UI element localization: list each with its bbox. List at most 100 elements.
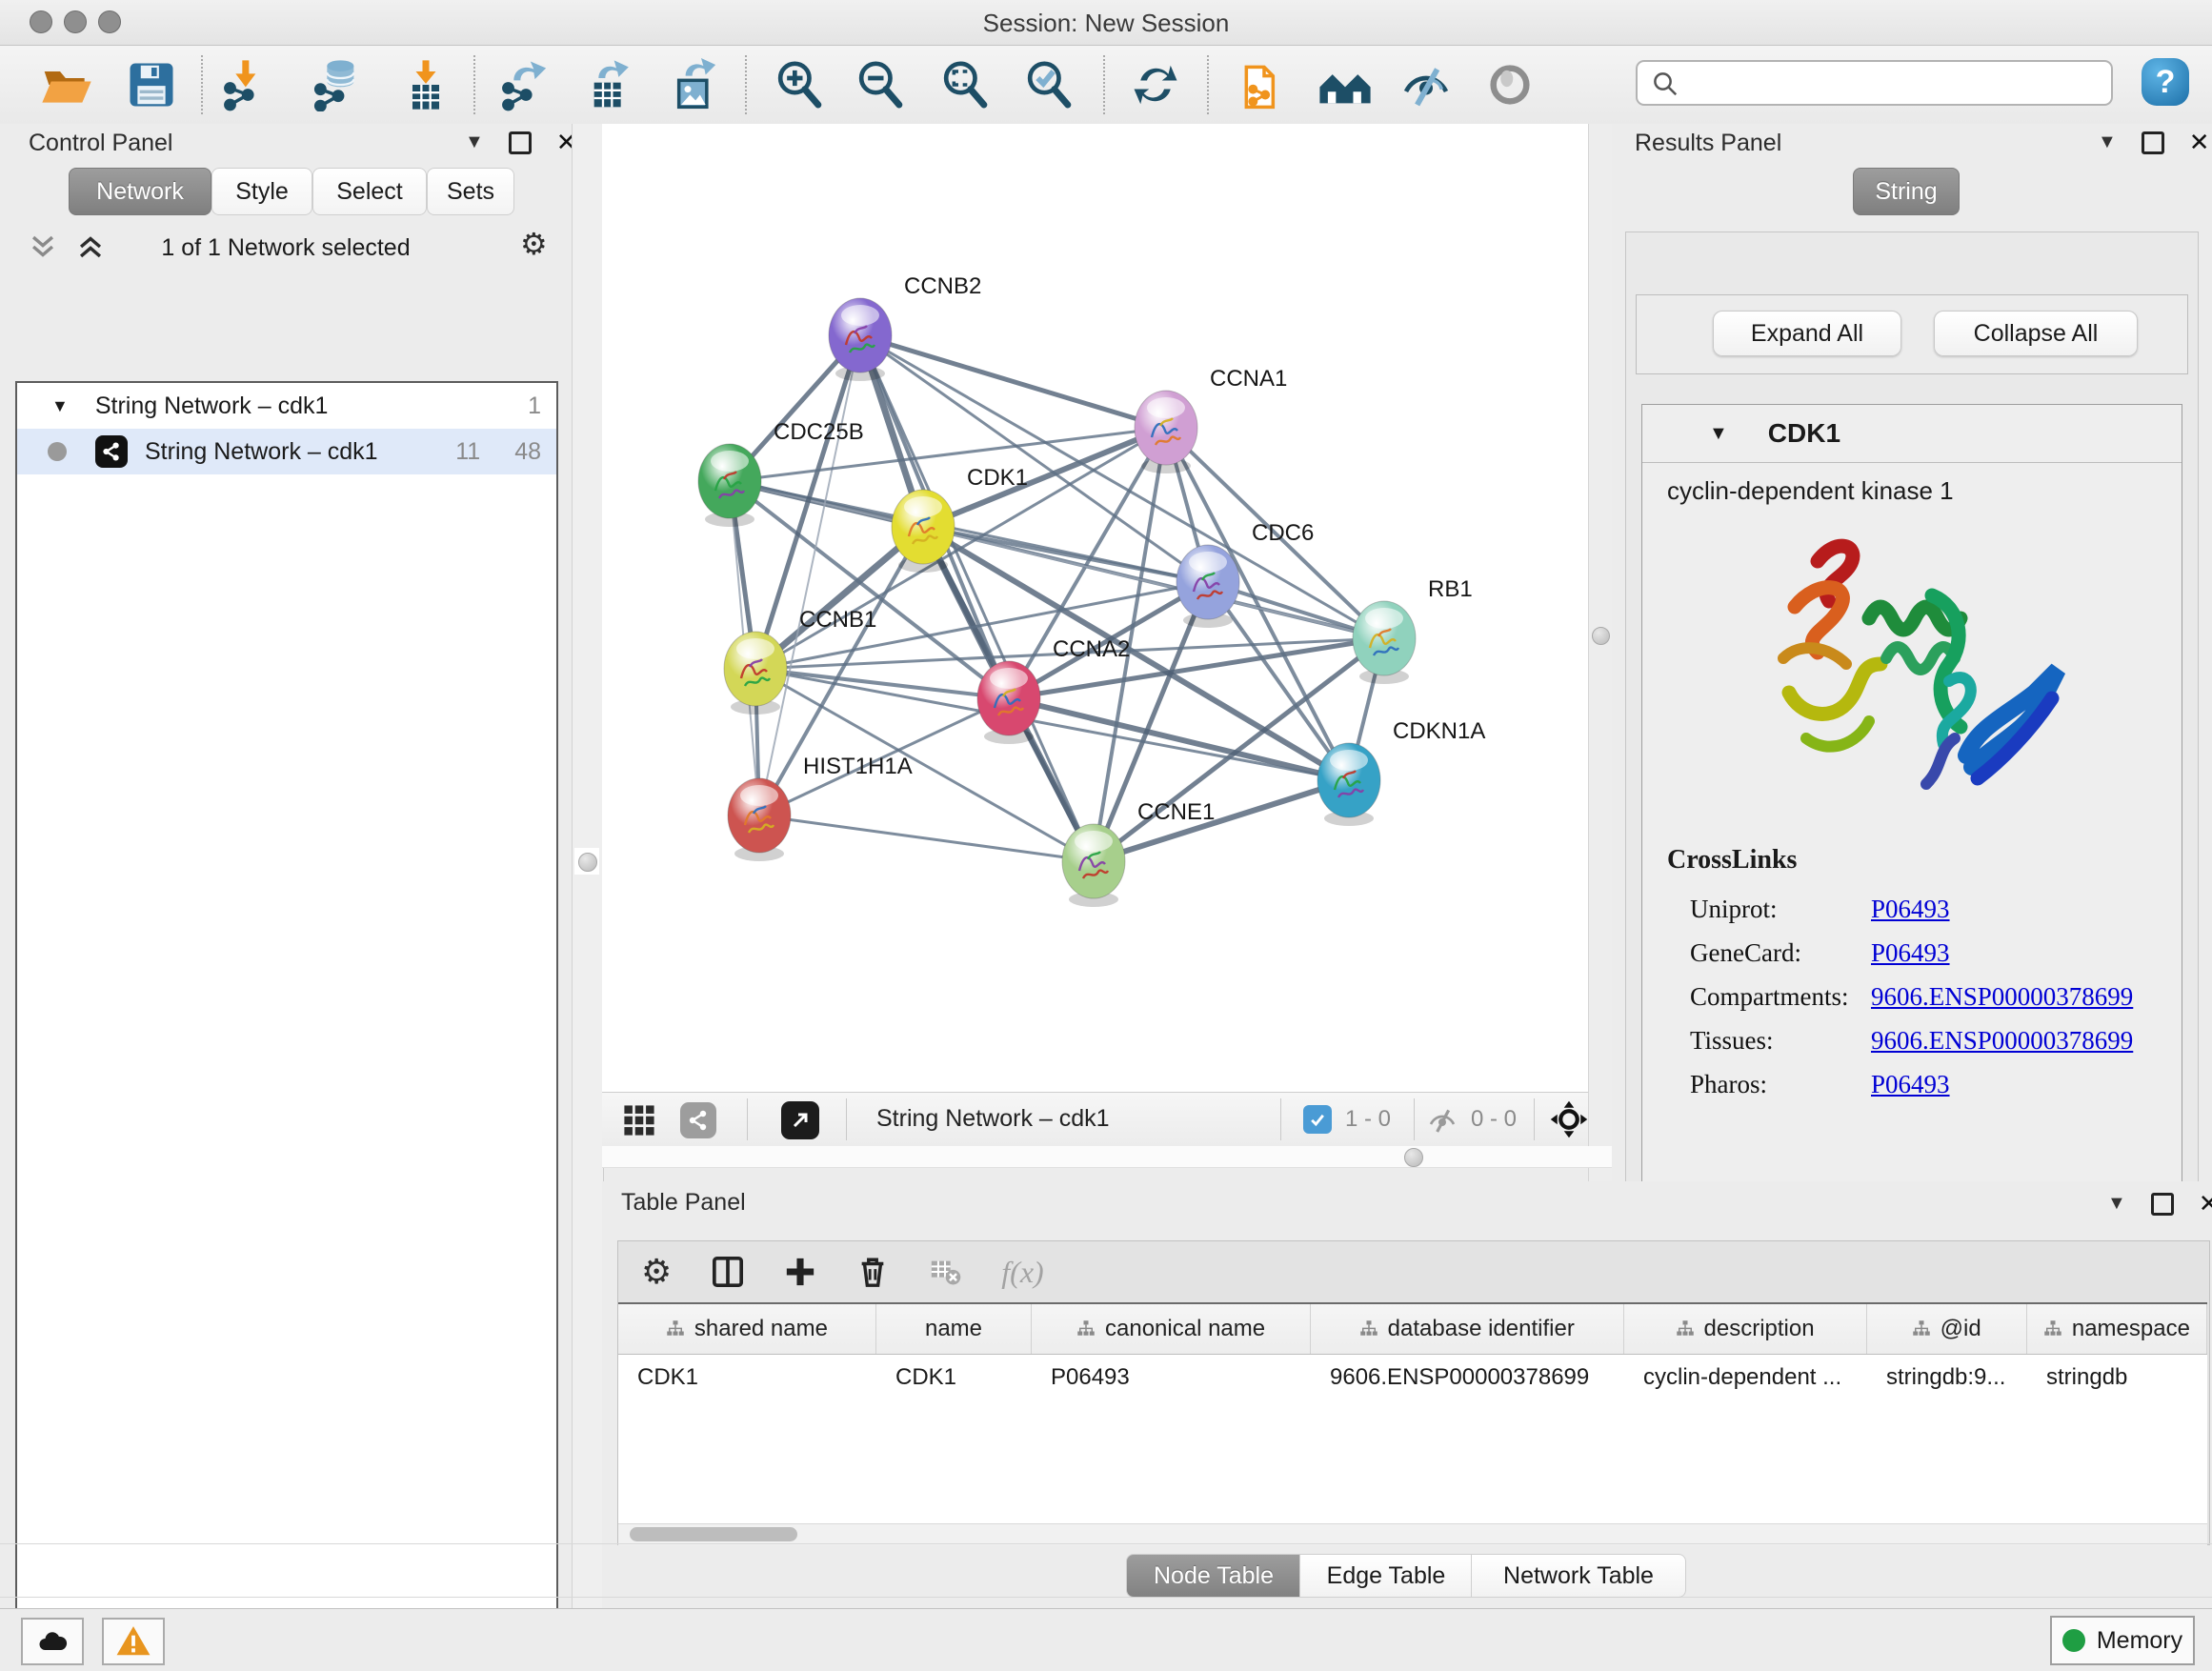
detach-view-button[interactable]: [781, 1101, 819, 1139]
table-cell[interactable]: stringdb: [2027, 1355, 2207, 1400]
tab-edge-table[interactable]: Edge Table: [1299, 1554, 1473, 1598]
grid-view-icon[interactable]: [623, 1104, 655, 1137]
add-column-icon[interactable]: [784, 1256, 816, 1288]
node-label-CCNA2: CCNA2: [1053, 636, 1130, 662]
search-input[interactable]: [1689, 64, 2102, 100]
network-edge[interactable]: [759, 335, 860, 815]
table-options-gear-icon[interactable]: ⚙: [641, 1255, 672, 1289]
toolbar-search[interactable]: [1636, 60, 2113, 106]
section-expander-icon[interactable]: ▼: [1709, 423, 1728, 445]
first-neighbors-button[interactable]: [1314, 53, 1377, 116]
network-graph[interactable]: CCNB2CCNA1CDC25BCDK1CDC6RB1CCNB1CCNA2CDK…: [602, 124, 1588, 1092]
zoom-selected-button[interactable]: [1017, 53, 1080, 116]
network-canvas[interactable]: CCNB2CCNA1CDC25BCDK1CDC6RB1CCNB1CCNA2CDK…: [602, 124, 1588, 1092]
open-session-button[interactable]: [35, 53, 98, 116]
node-layer[interactable]: [698, 298, 1416, 907]
float-panel-icon[interactable]: [509, 131, 532, 154]
memory-button[interactable]: Memory: [2050, 1616, 2195, 1665]
collapse-panel-icon[interactable]: ▼: [465, 131, 484, 153]
refresh-button[interactable]: [1124, 53, 1187, 116]
crosslink-link[interactable]: 9606.ENSP00000378699: [1871, 1026, 2133, 1056]
import-table-file-button[interactable]: [394, 53, 457, 116]
network-row[interactable]: String Network – cdk1 11 48: [17, 429, 556, 474]
table-cell[interactable]: CDK1: [876, 1355, 1032, 1400]
tab-select[interactable]: Select: [312, 168, 427, 215]
column-header-shared-name[interactable]: shared name: [618, 1304, 876, 1354]
network-edge[interactable]: [1094, 780, 1349, 861]
splitter-grip[interactable]: [1592, 627, 1610, 645]
crosslink-link[interactable]: P06493: [1871, 938, 1950, 968]
column-header-database-identifier[interactable]: database identifier: [1311, 1304, 1624, 1354]
tab-style[interactable]: Style: [211, 168, 312, 215]
function-builder-icon[interactable]: f(x): [1001, 1255, 1043, 1290]
column-header-namespace[interactable]: namespace: [2027, 1304, 2207, 1354]
vertical-splitter-right[interactable]: [1588, 124, 1614, 1181]
selected-checkbox-icon[interactable]: [1303, 1105, 1332, 1134]
gene-section-header[interactable]: ▼ CDK1: [1642, 405, 2182, 463]
splitter-grip[interactable]: [578, 853, 597, 872]
network-edge[interactable]: [860, 335, 1166, 428]
tab-network-table[interactable]: Network Table: [1471, 1554, 1686, 1598]
column-header-name[interactable]: name: [876, 1304, 1032, 1354]
table-cell[interactable]: 9606.ENSP00000378699: [1311, 1355, 1624, 1400]
zoom-fit-button[interactable]: [934, 53, 996, 116]
float-panel-icon[interactable]: [2142, 131, 2164, 154]
save-session-button[interactable]: [120, 53, 183, 116]
node-table[interactable]: shared namenamecanonical namedatabase id…: [618, 1302, 2207, 1523]
export-network-button[interactable]: [493, 53, 556, 116]
collapse-panel-icon[interactable]: ▼: [2107, 1193, 2126, 1215]
close-panel-icon[interactable]: ✕: [2199, 1189, 2212, 1218]
results-panel-title: Results Panel: [1635, 130, 1781, 157]
zoom-out-button[interactable]: [849, 53, 912, 116]
node-label-CCNE1: CCNE1: [1137, 799, 1215, 825]
expand-all-button[interactable]: Expand All: [1713, 311, 1901, 356]
close-panel-icon[interactable]: ✕: [2189, 128, 2210, 157]
table-horizontal-scrollbar[interactable]: [618, 1523, 2207, 1545]
splitter-grip[interactable]: [1404, 1148, 1423, 1167]
delete-column-icon[interactable]: [856, 1256, 889, 1288]
export-image-button[interactable]: [663, 53, 726, 116]
open-in-browser-button[interactable]: [1233, 53, 1296, 116]
column-header-description[interactable]: description: [1624, 1304, 1867, 1354]
network-edge[interactable]: [860, 335, 1094, 861]
tab-node-table[interactable]: Node Table: [1126, 1554, 1301, 1598]
network-edge[interactable]: [860, 335, 1384, 638]
tree-expander-icon[interactable]: ▼: [51, 396, 69, 416]
delete-table-icon[interactable]: [929, 1256, 961, 1288]
birds-eye-crosshair-icon[interactable]: [1549, 1099, 1589, 1139]
collapse-panel-icon[interactable]: ▼: [2098, 131, 2117, 153]
render-detail-button[interactable]: [1478, 53, 1541, 116]
tab-network[interactable]: Network: [69, 168, 211, 215]
warnings-button[interactable]: [102, 1618, 165, 1665]
table-cell[interactable]: stringdb:9...: [1867, 1355, 2027, 1400]
network-edge[interactable]: [759, 815, 1094, 861]
show-columns-icon[interactable]: [712, 1256, 744, 1288]
column-header-canonical-name[interactable]: canonical name: [1032, 1304, 1311, 1354]
vertical-splitter-left[interactable]: [572, 124, 604, 1608]
table-cell[interactable]: cyclin-dependent ...: [1624, 1355, 1867, 1400]
column-header--id[interactable]: @id: [1867, 1304, 2027, 1354]
crosslink-link[interactable]: 9606.ENSP00000378699: [1871, 982, 2133, 1012]
tab-sets[interactable]: Sets: [427, 168, 514, 215]
cloud-button[interactable]: [21, 1618, 84, 1665]
string-view-icon[interactable]: [680, 1102, 716, 1138]
table-cell[interactable]: P06493: [1032, 1355, 1311, 1400]
import-network-database-button[interactable]: [307, 53, 370, 116]
hide-selected-button[interactable]: [1395, 53, 1458, 116]
scrollbar-thumb[interactable]: [630, 1527, 797, 1541]
help-button[interactable]: ?: [2142, 58, 2189, 106]
network-options-gear-icon[interactable]: ⚙: [520, 229, 548, 259]
table-cell[interactable]: CDK1: [618, 1355, 876, 1400]
import-network-file-button[interactable]: [215, 53, 278, 116]
collapse-all-button[interactable]: Collapse All: [1934, 311, 2138, 356]
export-table-button[interactable]: [578, 53, 641, 116]
hidden-eye-icon[interactable]: [1427, 1105, 1458, 1136]
zoom-in-button[interactable]: [768, 53, 831, 116]
network-collection-row[interactable]: ▼ String Network – cdk1 1: [17, 383, 556, 429]
crosslink-link[interactable]: P06493: [1871, 895, 1950, 924]
float-panel-icon[interactable]: [2151, 1193, 2174, 1216]
tab-string[interactable]: String: [1853, 168, 1960, 215]
crosslink-link[interactable]: P06493: [1871, 1070, 1950, 1099]
table-row[interactable]: CDK1CDK1P064939606.ENSP00000378699cyclin…: [618, 1355, 2207, 1400]
edge-layer[interactable]: [730, 335, 1384, 861]
